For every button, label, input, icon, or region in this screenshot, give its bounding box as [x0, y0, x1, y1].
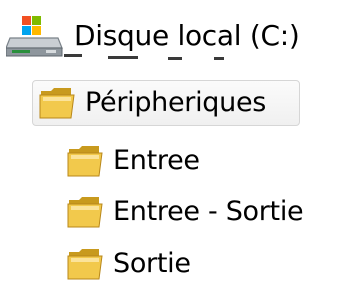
tree-item-entree[interactable]: Entree: [66, 139, 200, 183]
folder-icon: [66, 246, 104, 282]
local-drive-icon: [6, 14, 64, 58]
tree-item-entree-sortie[interactable]: Entree - Sortie: [66, 190, 304, 234]
tree-item-label: Entree: [113, 145, 200, 176]
tree-item-label: Disque local (C:): [74, 19, 300, 52]
tree-item-sortie[interactable]: Sortie: [66, 242, 191, 286]
folder-icon: [38, 85, 76, 121]
folder-icon: [66, 143, 104, 179]
tree-item-peripheriques[interactable]: Péripheriques: [32, 80, 300, 126]
tree-item-label: Entree - Sortie: [113, 196, 304, 227]
tree-item-label: Péripheriques: [85, 87, 267, 118]
partially-hidden-item: [64, 54, 234, 66]
tree-item-label: Sortie: [113, 248, 191, 279]
tree-item-local-disk[interactable]: Disque local (C:): [6, 14, 300, 58]
folder-icon: [66, 194, 104, 230]
navigation-tree: Disque local (C:) Péripheriques Entree E…: [0, 0, 345, 293]
